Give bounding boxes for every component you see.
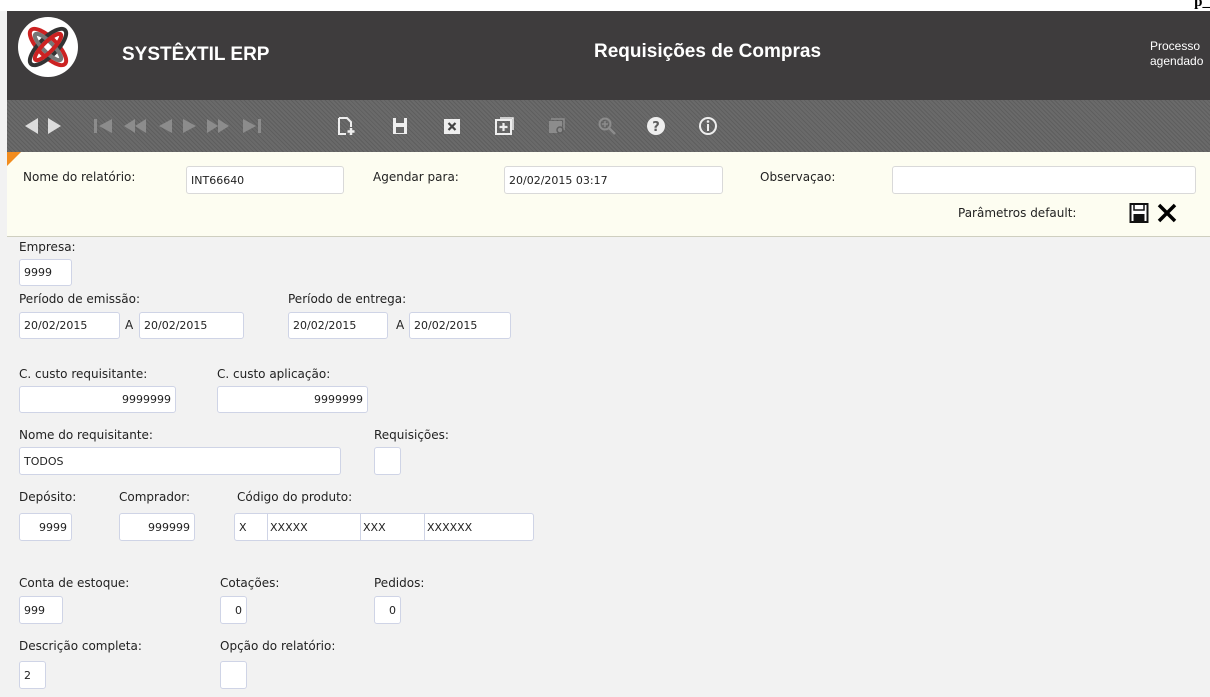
- codigo-produto-divider-2: [360, 514, 361, 540]
- panel-corner-marker: [7, 152, 21, 166]
- save-default-params-icon[interactable]: [1129, 202, 1149, 224]
- pedidos-label: Pedidos:: [374, 576, 425, 590]
- pedidos-field[interactable]: 0: [374, 596, 401, 624]
- info-icon[interactable]: [695, 113, 721, 139]
- company-logo: [18, 17, 78, 77]
- schedule-label: Agendar para:: [373, 170, 459, 184]
- new-record-icon[interactable]: [333, 113, 359, 139]
- svg-text:?: ?: [652, 120, 660, 135]
- descricao-completa-label: Descrição completa:: [19, 639, 142, 653]
- deposito-field[interactable]: 9999: [19, 513, 72, 541]
- delete-icon[interactable]: [439, 113, 465, 139]
- codigo-produto-label: Código do produto:: [237, 490, 353, 504]
- help-icon[interactable]: ?: [643, 113, 669, 139]
- report-name-field[interactable]: INT66640: [186, 166, 344, 194]
- periodo-entrega-label: Período de entrega:: [288, 292, 407, 306]
- page-title: Requisições de Compras: [594, 41, 822, 62]
- opcao-relatorio-label: Opção do relatório:: [220, 639, 336, 653]
- deposito-label: Depósito:: [19, 490, 77, 504]
- list-search-icon[interactable]: [544, 113, 570, 139]
- empresa-label: Empresa:: [19, 240, 76, 254]
- clear-default-params-icon[interactable]: [1156, 202, 1178, 224]
- codigo-produto-item-field[interactable]: XXXXXX: [427, 521, 472, 534]
- nome-requisitante-field[interactable]: TODOS: [19, 447, 341, 475]
- last-icon[interactable]: [239, 113, 265, 139]
- cc-aplicacao-field[interactable]: 9999999: [217, 386, 368, 413]
- empresa-field[interactable]: 9999: [19, 259, 72, 286]
- zoom-icon[interactable]: [594, 113, 620, 139]
- add-icon[interactable]: [491, 113, 517, 139]
- top-strip: p_: [0, 0, 1210, 11]
- emissao-to-field[interactable]: 20/02/2015: [139, 312, 244, 339]
- save-icon[interactable]: [387, 113, 413, 139]
- emissao-range-separator: A: [125, 318, 134, 332]
- cotacoes-field[interactable]: 0: [220, 596, 247, 624]
- app-header: SYSTÊXTIL ERP Requisições de Compras Pro…: [7, 11, 1210, 100]
- codigo-produto-nivel-field[interactable]: X: [239, 521, 247, 534]
- previous-page-icon[interactable]: [122, 113, 148, 139]
- codigo-produto-subgrupo-field[interactable]: XXX: [363, 521, 386, 534]
- nome-requisitante-label: Nome do requisitante:: [19, 428, 153, 442]
- process-text-line1: Processo: [1150, 39, 1201, 53]
- codigo-produto-divider-3: [424, 514, 425, 540]
- report-name-label: Nome do relatório:: [23, 170, 136, 184]
- codigo-produto-divider-1: [267, 514, 268, 540]
- requisicoes-field[interactable]: [374, 447, 401, 475]
- conta-estoque-label: Conta de estoque:: [19, 576, 130, 590]
- entrega-from-field[interactable]: 20/02/2015: [288, 312, 388, 339]
- cc-requisitante-field[interactable]: 9999999: [19, 386, 176, 413]
- cc-requisitante-label: C. custo requisitante:: [19, 367, 148, 381]
- next-page-icon[interactable]: [205, 113, 231, 139]
- emissao-from-field[interactable]: 20/02/2015: [19, 312, 120, 339]
- next-icon[interactable]: [177, 113, 203, 139]
- scheduled-process-link[interactable]: Processo agendado: [1150, 39, 1203, 69]
- first-icon[interactable]: [90, 113, 116, 139]
- codigo-produto-grupo-field[interactable]: XXXXX: [270, 521, 308, 534]
- schedule-datetime-field[interactable]: 20/02/2015 03:17: [504, 166, 723, 194]
- periodo-emissao-label: Período de emissão:: [19, 292, 141, 306]
- toolbar: ?: [7, 100, 1210, 152]
- forward-icon[interactable]: [41, 113, 67, 139]
- report-parameters-panel: Nome do relatório: INT66640 Agendar para…: [7, 152, 1210, 237]
- app-brand: SYSTÊXTIL ERP: [122, 44, 270, 65]
- observation-label: Observaçao:: [760, 170, 836, 184]
- requisicoes-label: Requisições:: [374, 428, 449, 442]
- codigo-produto-group: X XXXXX XXX XXXXXX: [234, 513, 534, 541]
- cotacoes-label: Cotações:: [220, 576, 280, 590]
- observation-field[interactable]: [892, 166, 1196, 194]
- entrega-range-separator: A: [396, 318, 405, 332]
- top-strip-text: p_: [1194, 0, 1210, 10]
- default-params-label: Parâmetros default:: [958, 206, 1077, 220]
- cc-aplicacao-label: C. custo aplicação:: [217, 367, 331, 381]
- previous-icon[interactable]: [152, 113, 178, 139]
- conta-estoque-field[interactable]: 999: [19, 596, 63, 624]
- entrega-to-field[interactable]: 20/02/2015: [409, 312, 511, 339]
- descricao-completa-field[interactable]: 2: [19, 661, 46, 689]
- comprador-field[interactable]: 999999: [119, 513, 195, 541]
- comprador-label: Comprador:: [119, 490, 191, 504]
- process-text-line2: agendado: [1150, 54, 1204, 68]
- opcao-relatorio-field[interactable]: [220, 661, 247, 689]
